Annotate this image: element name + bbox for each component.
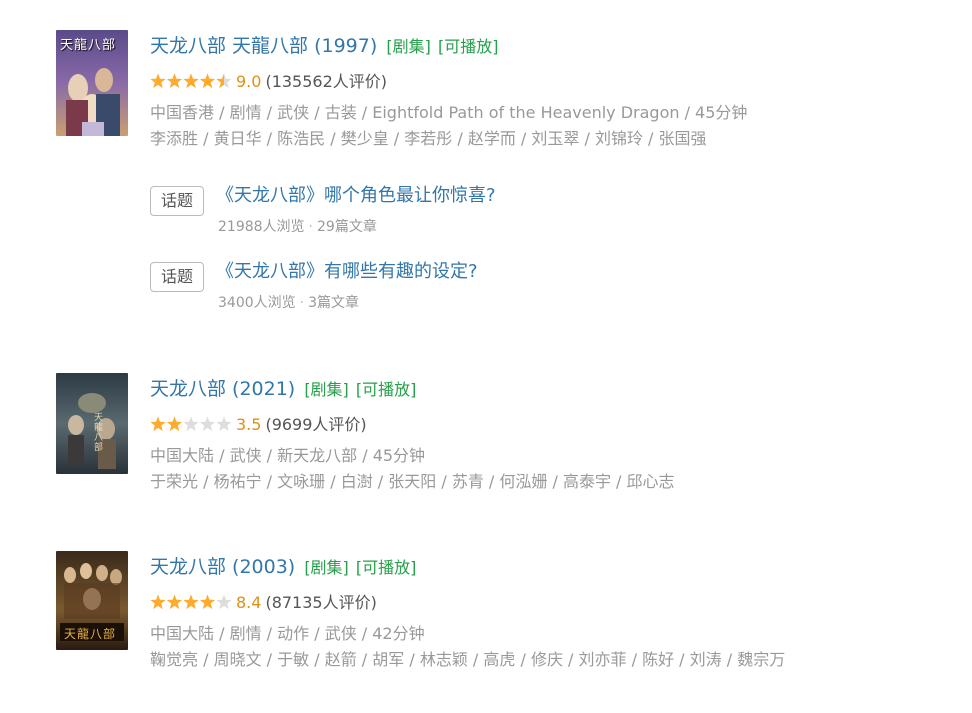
poster-art — [56, 373, 128, 474]
result-title[interactable]: 天龙八部 (2021) — [150, 378, 295, 400]
separator-dot: · — [299, 295, 305, 311]
rating-score: 9.0 — [236, 72, 262, 91]
meta-line-cast: 李添胜 / 黄日华 / 陈浩民 / 樊少皇 / 李若彤 / 赵学而 / 刘玉翠 … — [150, 129, 707, 148]
poster-image[interactable]: 天龍八部 — [56, 551, 128, 650]
rating-votes[interactable]: (9699人评价) — [265, 415, 366, 434]
topic-views: 21988人浏览 — [218, 219, 305, 235]
rating-stars — [150, 73, 232, 88]
search-results: 天龍八部 天龙八部 天龍八部 (1997) [剧集] [可播放] 9.0 (135… — [0, 0, 972, 713]
topic-articles: 29篇文章 — [317, 219, 377, 235]
star-empty-icon — [216, 594, 232, 609]
star-filled-icon — [150, 416, 166, 431]
star-empty-icon — [199, 416, 216, 431]
separator-dot: · — [308, 219, 313, 235]
topic-views: 3400人浏览 — [218, 295, 296, 311]
tag-series[interactable]: [剧集] — [304, 558, 349, 577]
star-empty-icon — [216, 416, 232, 431]
tag-series[interactable]: [剧集] — [386, 37, 431, 56]
tag-playable[interactable]: [可播放] — [356, 380, 417, 399]
topic-item: 话题 《天龙八部》哪个角色最让你惊喜? 21988人浏览 · 29篇文章 — [150, 178, 930, 254]
star-filled-icon — [150, 73, 166, 88]
rating-votes[interactable]: (135562人评价) — [265, 72, 387, 91]
topic-stats: 21988人浏览 · 29篇文章 — [218, 216, 377, 236]
star-filled-icon — [183, 594, 199, 609]
rating-stars — [150, 594, 232, 609]
star-filled-icon — [166, 416, 183, 431]
topic-list: 话题 《天龙八部》哪个角色最让你惊喜? 21988人浏览 · 29篇文章 话题 《天… — [150, 178, 930, 330]
poster-image[interactable]: 天龍八部 — [56, 373, 128, 474]
meta-line-info: 中国大陆 / 武侠 / 新天龙八部 / 45分钟 — [150, 446, 426, 465]
rating-score: 8.4 — [236, 593, 262, 612]
tag-series[interactable]: [剧集] — [304, 380, 349, 399]
rating-stars — [150, 416, 232, 431]
star-filled-icon — [166, 73, 183, 88]
topic-item: 话题 《天龙八部》有哪些有趣的设定? 3400人浏览 · 3篇文章 — [150, 254, 930, 330]
tag-playable[interactable]: [可播放] — [356, 558, 417, 577]
poster-title-text: 天龍八部 — [64, 627, 117, 641]
star-filled-icon — [183, 73, 199, 88]
topic-stats: 3400人浏览 · 3篇文章 — [218, 292, 359, 312]
meta-line-cast: 鞠觉亮 / 周晓文 / 于敏 / 赵箭 / 胡军 / 林志颖 / 高虎 / 修庆… — [150, 650, 786, 669]
topic-badge: 话题 — [150, 262, 204, 292]
star-filled-icon — [150, 594, 166, 609]
poster-image[interactable]: 天龍八部 — [56, 30, 128, 136]
rating-votes[interactable]: (87135人评价) — [265, 593, 376, 612]
topic-articles: 3篇文章 — [308, 295, 360, 311]
meta-line-info: 中国大陆 / 剧情 / 动作 / 武侠 / 42分钟 — [150, 624, 425, 643]
rating-score: 3.5 — [236, 415, 262, 434]
topic-title[interactable]: 《天龙八部》有哪些有趣的设定? — [216, 257, 478, 283]
star-empty-icon — [183, 416, 199, 431]
meta-line-info: 中国香港 / 剧情 / 武侠 / 古装 / Eightfold Path of … — [150, 103, 748, 122]
poster-title-text: 天龍八部 — [94, 413, 104, 453]
star-filled-icon — [166, 594, 183, 609]
star-filled-icon — [199, 73, 216, 88]
result-title[interactable]: 天龙八部 (2003) — [150, 556, 295, 578]
topic-badge: 话题 — [150, 186, 204, 216]
star-filled-icon — [199, 594, 216, 609]
meta-line-cast: 于荣光 / 杨祐宁 / 文咏珊 / 白澍 / 张天阳 / 苏青 / 何泓姗 / … — [150, 472, 675, 491]
poster-title-text: 天龍八部 — [60, 38, 117, 53]
topic-title[interactable]: 《天龙八部》哪个角色最让你惊喜? — [216, 181, 496, 207]
result-title[interactable]: 天龙八部 天龍八部 (1997) — [150, 35, 377, 57]
tag-playable[interactable]: [可播放] — [438, 37, 499, 56]
